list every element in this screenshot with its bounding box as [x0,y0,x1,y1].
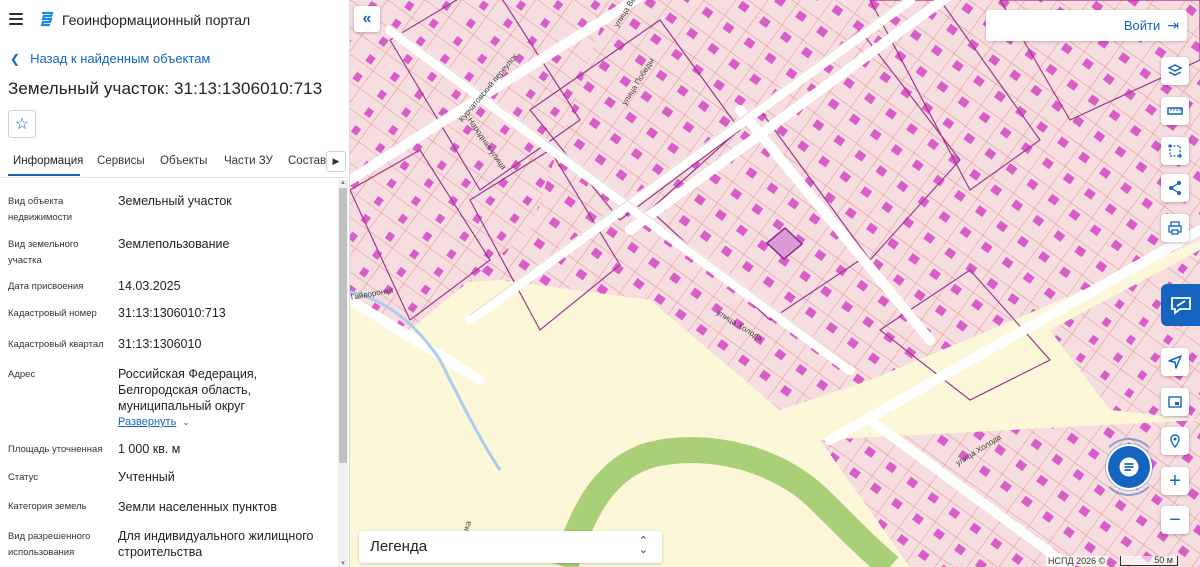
hamburger-icon[interactable] [9,13,23,25]
login-icon: ⇥ [1167,17,1179,33]
address-expand-link[interactable]: Развернуть ⌄ [118,416,190,428]
login-label: Войти [1123,18,1161,33]
chevron-left-icon: ❮ [10,51,21,66]
tab-bar: Информация Сервисы Объекты Части ЗУ Сост… [0,148,349,178]
map-graphics [350,0,1200,567]
share-icon[interactable] [1161,174,1189,202]
back-link[interactable]: ❮ Назад к найденным объектам [10,51,210,66]
tabs-scroll-right-button[interactable]: ▶ [326,151,346,172]
properties-list: Вид объекта недвижимости Земельный участ… [0,180,338,567]
scroll-up-icon[interactable]: ▲ [340,180,346,186]
zoom-out-icon[interactable]: − [1161,506,1189,534]
print-icon[interactable] [1161,214,1189,242]
tab-services[interactable]: Сервисы [97,155,145,167]
address-value: Российская Федерация, Белгородская облас… [118,367,258,413]
back-label: Назад к найденным объектам [30,51,211,66]
zoom-in-icon[interactable]: + [1161,467,1189,495]
prop-value: Земельный участок [118,194,232,208]
panel-scrollbar[interactable]: ▲ ▼ [338,180,348,567]
prop-label: Статус [8,472,39,483]
map-attribution: НСПД 2026 © [1046,556,1108,566]
app-title: Геоинформационный портал [62,12,251,28]
prop-label: Вид земельного участка [8,239,79,266]
map-canvas[interactable]: Курчатовский переулок Народная улица ули… [350,0,1200,567]
tab-parts[interactable]: Части ЗУ [224,155,273,167]
prop-label: Дата присвоения [8,281,84,292]
prop-value: Земли населенных пунктов [118,500,277,514]
prop-value: 31:13:1306010 [118,337,202,351]
prop-label: Кадастровый номер [8,308,97,319]
page-title: Земельный участок: 31:13:1306010:713 [8,79,323,98]
star-icon: ☆ [14,116,30,133]
scale-bar: 50 м [1120,556,1178,566]
prop-value: 1 000 кв. м [118,442,181,456]
feedback-icon[interactable] [1161,284,1200,326]
scroll-thumb[interactable] [339,188,347,463]
favorite-button[interactable]: ☆ [8,110,36,138]
chevron-updown-icon: ⌃ ⌄ [638,535,648,556]
prop-label: Категория земель [8,501,87,512]
prop-value: Учтенный [118,470,175,484]
prop-value: 31:13:1306010:713 [118,306,226,320]
info-panel: Геоинформационный портал ❮ Назад к найде… [0,0,350,567]
prop-value: Землепользование [118,237,230,251]
ruler-icon[interactable] [1161,97,1189,125]
tab-objects[interactable]: Объекты [160,155,207,167]
prop-value: Для индивидуального жилищного строительс… [118,529,314,559]
prop-label: Кадастровый квартал [8,339,104,350]
expand-label: Развернуть [118,416,177,428]
collapse-panel-button[interactable]: « [354,6,380,32]
prop-label: Вид разрешенного использования [8,531,91,558]
select-area-icon[interactable] [1161,137,1189,165]
prop-label: Вид объекта недвижимости [8,196,73,223]
top-bar: Геоинформационный портал [0,0,349,40]
prop-value: 14.03.2025 [118,279,181,293]
layers-icon[interactable] [1161,57,1189,85]
prop-label: Адрес [8,369,36,380]
pin-icon[interactable] [1161,427,1189,455]
legend-dropdown[interactable]: Легенда ⌃ ⌄ [359,531,662,563]
portal-logo-icon [40,11,54,27]
minimap-icon[interactable] [1161,388,1189,416]
chat-icon[interactable] [1108,446,1150,488]
prop-label: Площадь уточненная [8,444,103,455]
active-tab-indicator [8,174,80,176]
login-bar: Войти ⇥ [986,10,1187,41]
chevron-down-icon: ⌄ [182,417,190,427]
scroll-down-icon[interactable]: ▼ [340,561,346,567]
tab-info[interactable]: Информация [13,155,83,167]
app-root: Курчатовский переулок Народная улица ули… [0,0,1200,567]
login-button[interactable]: Войти ⇥ [1124,17,1179,34]
tab-composition[interactable]: Состав [288,155,326,167]
locate-icon[interactable] [1161,348,1189,376]
legend-label: Легенда [370,538,428,555]
